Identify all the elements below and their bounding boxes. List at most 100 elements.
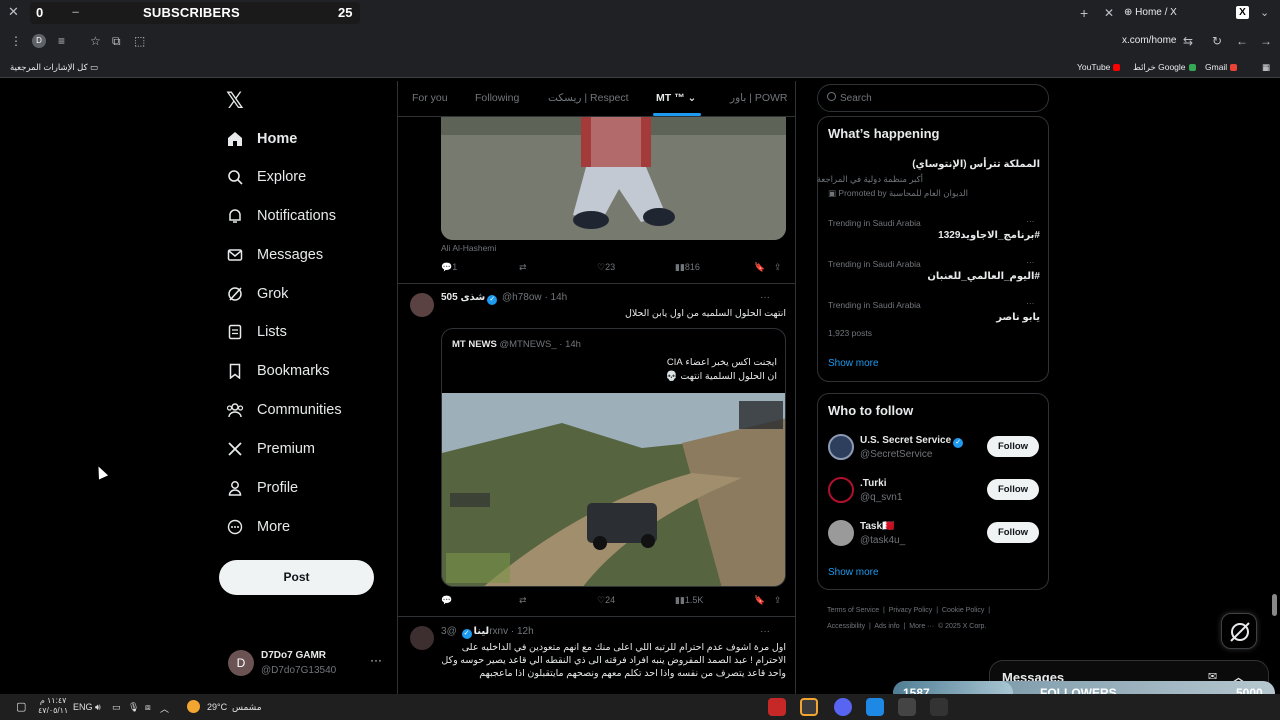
reply-button[interactable]: 💬 [441,595,452,606]
chevron-up-icon[interactable]: ︿ [160,702,169,715]
bookmark-icon[interactable]: 🔖 [754,595,765,606]
footer-link[interactable]: Cookie Policy [942,607,984,614]
weather-desc[interactable]: مشمس [232,702,262,713]
avatar[interactable] [410,626,434,650]
x-logo-icon[interactable]: X [1236,6,1249,19]
like-button[interactable]: ♡ 24 [597,595,615,606]
tweet-media-image[interactable] [441,117,786,240]
avatar[interactable] [410,293,434,317]
avatar[interactable] [828,434,854,460]
close-icon[interactable]: ✕ [8,4,19,20]
more-dots-icon[interactable]: ··· [760,626,770,637]
x-logo-icon[interactable]: 𝕏 [226,88,244,114]
sidebar-item-more[interactable]: More [226,513,290,541]
bookmark-maps[interactable]: خرائط Google [1133,62,1196,73]
tweet-time[interactable]: · 12h [511,626,534,637]
sidebar-item-lists[interactable]: Lists [226,318,287,346]
reply-button[interactable]: 💬 1 [441,262,457,273]
sidebar-item-home[interactable]: Home [226,125,297,153]
tab-following[interactable]: Following [475,92,519,104]
more-dots-icon[interactable]: ··· [1026,298,1035,308]
sidebar-item-profile[interactable]: Profile [226,474,298,502]
author-name[interactable]: شذى 505 [441,292,485,303]
reload-icon[interactable]: ↻ [1212,34,1222,48]
account-switcher[interactable]: D D7Do7 GAMR @D7do7G13540 ··· [228,649,388,681]
app-icon-taskview[interactable] [930,698,948,716]
tweet-time[interactable]: · 14h [544,292,567,303]
mic-icon[interactable]: 🎙︎ [128,702,139,713]
bookmark-youtube[interactable]: YouTube [1077,62,1121,72]
weather-icon[interactable] [187,700,200,713]
app-icon-chrome[interactable] [800,698,818,716]
like-button[interactable]: ♡ 23 [597,262,615,273]
app-icon-edge[interactable] [866,698,884,716]
author-handle[interactable]: @h78ow [502,292,542,303]
app-icon-capture[interactable] [768,698,786,716]
all-bookmarks-link[interactable]: كل الإشارات المرجعية ▭ [10,62,98,73]
bookmark-icon[interactable]: 🔖 [754,262,765,273]
tab-close-icon[interactable]: ✕ [1104,6,1114,20]
trend-title[interactable]: يابو ناصر [828,312,1040,323]
quote-media-image[interactable] [442,393,785,586]
weather-temp[interactable]: 29°C [207,702,227,712]
share-icon[interactable]: ⇪ [774,262,782,273]
sidebar-item-explore[interactable]: Explore [226,163,306,191]
repost-icon[interactable]: ⇄ [519,595,527,606]
follow-button[interactable]: Follow [987,436,1039,457]
footer-link[interactable]: Accessibility [827,623,865,630]
sidebar-item-communities[interactable]: Communities [226,396,342,424]
sidebar-item-premium[interactable]: Premium [226,435,315,463]
new-tab-icon[interactable]: + [1080,5,1088,21]
footer-link[interactable]: Privacy Policy [889,607,933,614]
battery-icon[interactable]: ⧈ [145,702,151,713]
follow-button[interactable]: Follow [987,479,1039,500]
repost-icon[interactable]: ⇄ [519,262,527,273]
menu-dots-icon[interactable]: ⋮ [10,34,22,48]
more-dots-icon[interactable]: ··· [1026,216,1035,226]
trend-title[interactable]: #برنامج_الاجاويد1329 [828,230,1040,241]
volume-icon[interactable]: 🔊︎ [95,702,101,713]
show-more-link[interactable]: Show more [828,358,879,369]
show-more-link[interactable]: Show more [828,567,879,578]
app-icon-discord[interactable] [834,698,852,716]
sidebar-item-notifications[interactable]: Notifications [226,202,336,230]
url-field[interactable]: x.com/home [1122,35,1176,46]
follow-button[interactable]: Follow [987,522,1039,543]
avatar[interactable] [828,520,854,546]
chevron-down-icon[interactable]: ⌄ [1260,6,1269,19]
author-name[interactable]: لينا [474,626,490,637]
share-icon[interactable]: ⇪ [774,595,782,606]
follow-suggestion-name[interactable]: Task🇧🇭 [860,521,895,532]
sidebar-item-bookmarks[interactable]: Bookmarks [226,357,330,385]
more-dots-icon[interactable]: ··· [760,292,770,303]
app-icon-folder[interactable] [898,698,916,716]
scrollbar[interactable] [1272,594,1277,616]
back-icon[interactable]: ← [1236,34,1248,48]
language-indicator[interactable]: ENG [73,702,93,712]
avatar[interactable] [828,477,854,503]
post-button[interactable]: Post [219,560,374,595]
footer-link[interactable]: Ads info [874,623,899,630]
more-dots-icon[interactable]: ··· [1026,257,1035,267]
quoted-tweet[interactable]: MT NEWS @MTNEWS_ · 14h ايجنت اكس يخبر اع… [441,328,786,587]
screenshot-icon[interactable]: ⬚ [134,34,145,48]
apps-grid-icon[interactable]: ▦ [1262,62,1270,73]
more-dots-icon[interactable]: ··· [370,653,382,667]
extensions-icon[interactable]: ⧉ [112,34,121,49]
notification-icon[interactable]: ▢ [16,700,26,713]
promoted-trend-title[interactable]: المملكة تترأس (الإنتوساي) [828,159,1040,170]
follow-suggestion-name[interactable]: U.S. Secret Service ✓ [860,435,965,448]
grok-button[interactable] [1221,613,1257,649]
tab-respect[interactable]: ريسكت | Respect [548,92,629,104]
views-button[interactable]: ▮▮ 816 [675,262,700,273]
star-icon[interactable]: ☆ [90,34,101,48]
tab-search-icon[interactable]: ≡ [58,34,65,48]
follow-suggestion-name[interactable]: .Turki [860,478,886,489]
tab-mt[interactable]: MT ™ ⌄ [656,92,696,104]
footer-link[interactable]: More ··· [909,623,934,630]
site-settings-icon[interactable]: ⇆ [1183,34,1193,48]
bookmark-gmail[interactable]: Gmail [1205,62,1238,72]
clock[interactable]: ١١:٤٧ م ٤٧/٠٥/١١ [38,696,68,716]
forward-icon[interactable]: → [1260,34,1272,48]
views-button[interactable]: ▮▮ 1.5K [675,595,703,606]
